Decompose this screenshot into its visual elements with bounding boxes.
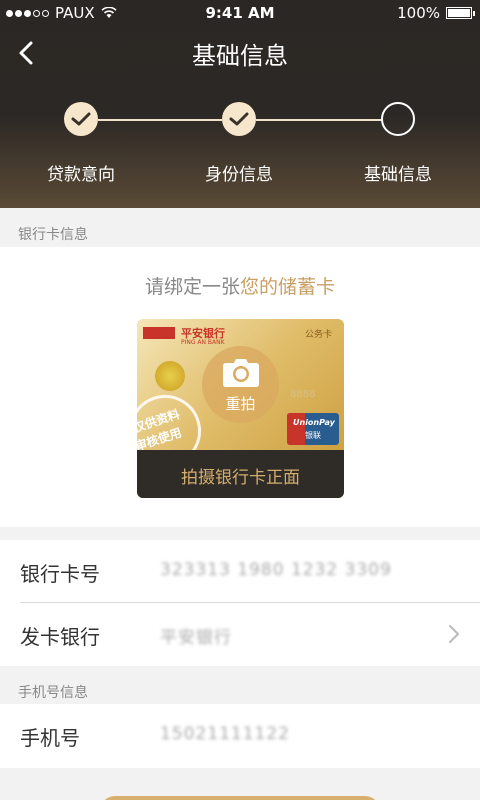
card-info-form: 银行卡号 323313 1980 1232 3309 发卡银行 平安银行 [0, 540, 480, 666]
chevron-right-icon [449, 625, 459, 643]
phone-value[interactable]: 15021111122 [160, 724, 290, 744]
bind-prompt-highlight: 您的储蓄卡 [240, 276, 336, 298]
card-number-fragment: 8888 [290, 389, 316, 400]
capture-card-front-button[interactable]: 拍摄银行卡正面 [137, 450, 344, 498]
bind-prompt-prefix: 请绑定一张 [144, 276, 240, 298]
step-connector [98, 119, 222, 121]
step-2-label: 身份信息 [205, 165, 273, 185]
progress-stepper: 贷款意向 身份信息 基础信息 [0, 100, 480, 190]
header: PAUX 9:41 AM 100% 基础信息 贷款意向 身份信息 基础信息 [0, 0, 480, 208]
page-title: 基础信息 [192, 42, 288, 70]
bank-card-photo[interactable]: 平安银行 PING AN BANK 公务卡 8888 UnionPay 银联 仅… [137, 319, 344, 498]
card-number-row[interactable]: 银行卡号 323313 1980 1232 3309 [0, 540, 480, 602]
card-number-label: 银行卡号 [20, 562, 100, 586]
step-3-indicator [381, 102, 415, 136]
battery-icon [446, 7, 475, 19]
card-number-value[interactable]: 323313 1980 1232 3309 [160, 560, 392, 580]
issuing-bank-row[interactable]: 发卡银行 平安银行 [0, 603, 480, 665]
bank-logo-badge [143, 327, 175, 339]
issuing-bank-value: 平安银行 [160, 628, 232, 648]
step-2-indicator [222, 102, 256, 136]
step-connector [256, 119, 382, 121]
check-icon [71, 112, 91, 126]
card-chip-icon [155, 361, 185, 391]
phone-label: 手机号 [20, 726, 80, 750]
bind-card-prompt: 请绑定一张您的储蓄卡 [0, 272, 480, 299]
status-bar: PAUX 9:41 AM 100% [0, 0, 480, 26]
battery-percent: 100% [397, 4, 440, 22]
camera-icon [223, 359, 259, 387]
card-type: 公务卡 [304, 330, 332, 340]
check-icon [229, 112, 249, 126]
submit-button[interactable] [100, 796, 380, 800]
phone-section-label: 手机号信息 [18, 685, 88, 701]
step-1-indicator [64, 102, 98, 136]
status-right: 100% [397, 4, 475, 22]
retake-label: 重拍 [225, 395, 256, 413]
step-3-label: 基础信息 [364, 165, 432, 185]
capture-card-front-label: 拍摄银行卡正面 [181, 468, 300, 488]
phone-form: 手机号 15021111122 [0, 704, 480, 768]
phone-row[interactable]: 手机号 15021111122 [0, 704, 480, 766]
issuing-bank-label: 发卡银行 [20, 625, 100, 649]
retake-button[interactable]: 重拍 [202, 346, 279, 423]
unionpay-logo: UnionPay 银联 [287, 413, 339, 445]
unionpay-text: UnionPay [293, 418, 335, 427]
card-bank-name-en: PING AN BANK [181, 339, 225, 346]
bank-card-section-label: 银行卡信息 [18, 227, 88, 243]
step-1-label: 贷款意向 [47, 165, 115, 185]
unionpay-cn-text: 银联 [305, 431, 321, 440]
